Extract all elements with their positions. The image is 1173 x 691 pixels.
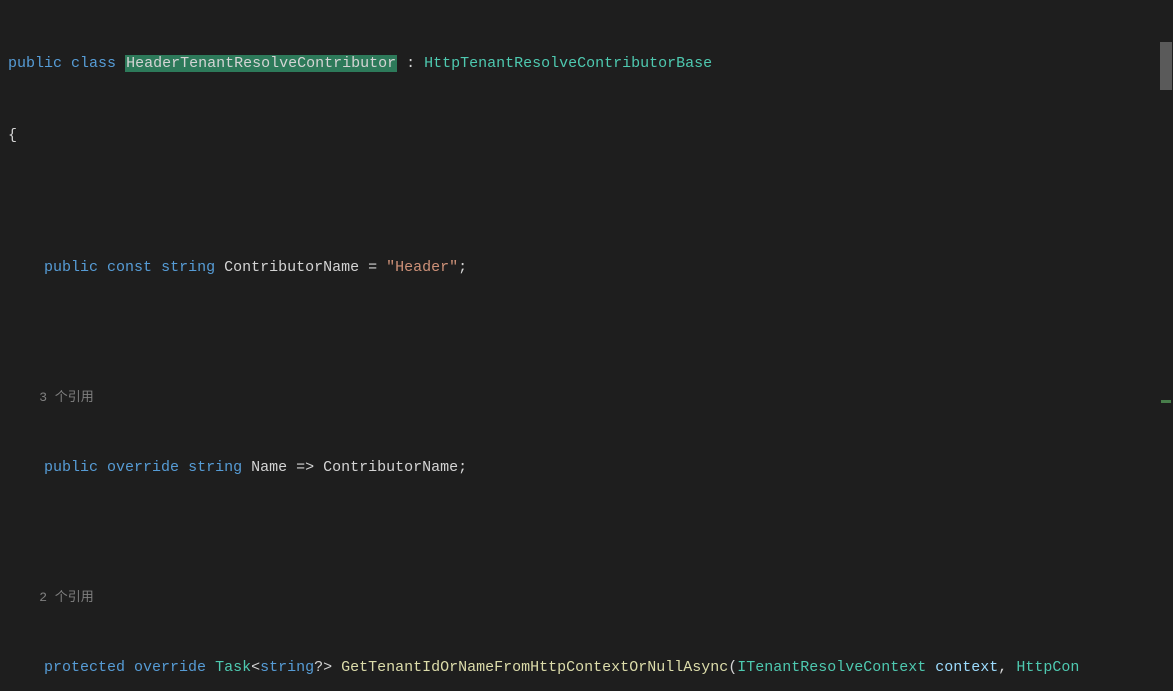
keyword-public: public — [8, 55, 62, 72]
identifier: ContributorName — [323, 459, 458, 476]
string-literal: "Header" — [386, 259, 458, 276]
keyword: string — [161, 259, 215, 276]
code-content[interactable]: public class HeaderTenantResolveContribu… — [0, 0, 1173, 691]
scrollbar-thumb[interactable] — [1160, 42, 1172, 90]
code-line[interactable]: public class HeaderTenantResolveContribu… — [8, 52, 1173, 76]
class-name-highlighted[interactable]: HeaderTenantResolveContributor — [125, 55, 397, 72]
keyword: protected — [44, 659, 125, 676]
punct: : — [397, 55, 424, 72]
type: Task — [215, 659, 251, 676]
keyword-class: class — [71, 55, 116, 72]
blank-line — [8, 196, 1173, 208]
blank-line — [8, 328, 1173, 340]
keyword: override — [107, 459, 179, 476]
reference-count[interactable]: 2 个引用 — [8, 590, 94, 605]
reference-count[interactable]: 3 个引用 — [8, 390, 94, 405]
keyword: const — [107, 259, 152, 276]
keyword: string — [188, 459, 242, 476]
brace: { — [8, 127, 17, 144]
code-editor[interactable]: public class HeaderTenantResolveContribu… — [0, 0, 1173, 691]
base-class: HttpTenantResolveContributorBase — [424, 55, 712, 72]
keyword: public — [44, 459, 98, 476]
codelens-references[interactable]: 2 个引用 — [8, 588, 1173, 608]
keyword: override — [134, 659, 206, 676]
codelens-references[interactable]: 3 个引用 — [8, 388, 1173, 408]
code-line[interactable]: public const string ContributorName = "H… — [8, 256, 1173, 280]
method-name: GetTenantIdOrNameFromHttpContextOrNullAs… — [341, 659, 728, 676]
param-type: HttpCon — [1016, 659, 1079, 676]
code-line[interactable]: { — [8, 124, 1173, 148]
keyword: string — [260, 659, 314, 676]
keyword: public — [44, 259, 98, 276]
param-name: context — [935, 659, 998, 676]
code-line[interactable]: protected override Task<string?> GetTena… — [8, 656, 1173, 680]
scrollbar-marker[interactable] — [1161, 400, 1171, 403]
scrollbar-track[interactable] — [1159, 0, 1173, 691]
property-name: Name — [251, 459, 287, 476]
field-name: ContributorName — [224, 259, 359, 276]
param-type: ITenantResolveContext — [737, 659, 926, 676]
blank-line — [8, 528, 1173, 540]
code-line[interactable]: public override string Name => Contribut… — [8, 456, 1173, 480]
